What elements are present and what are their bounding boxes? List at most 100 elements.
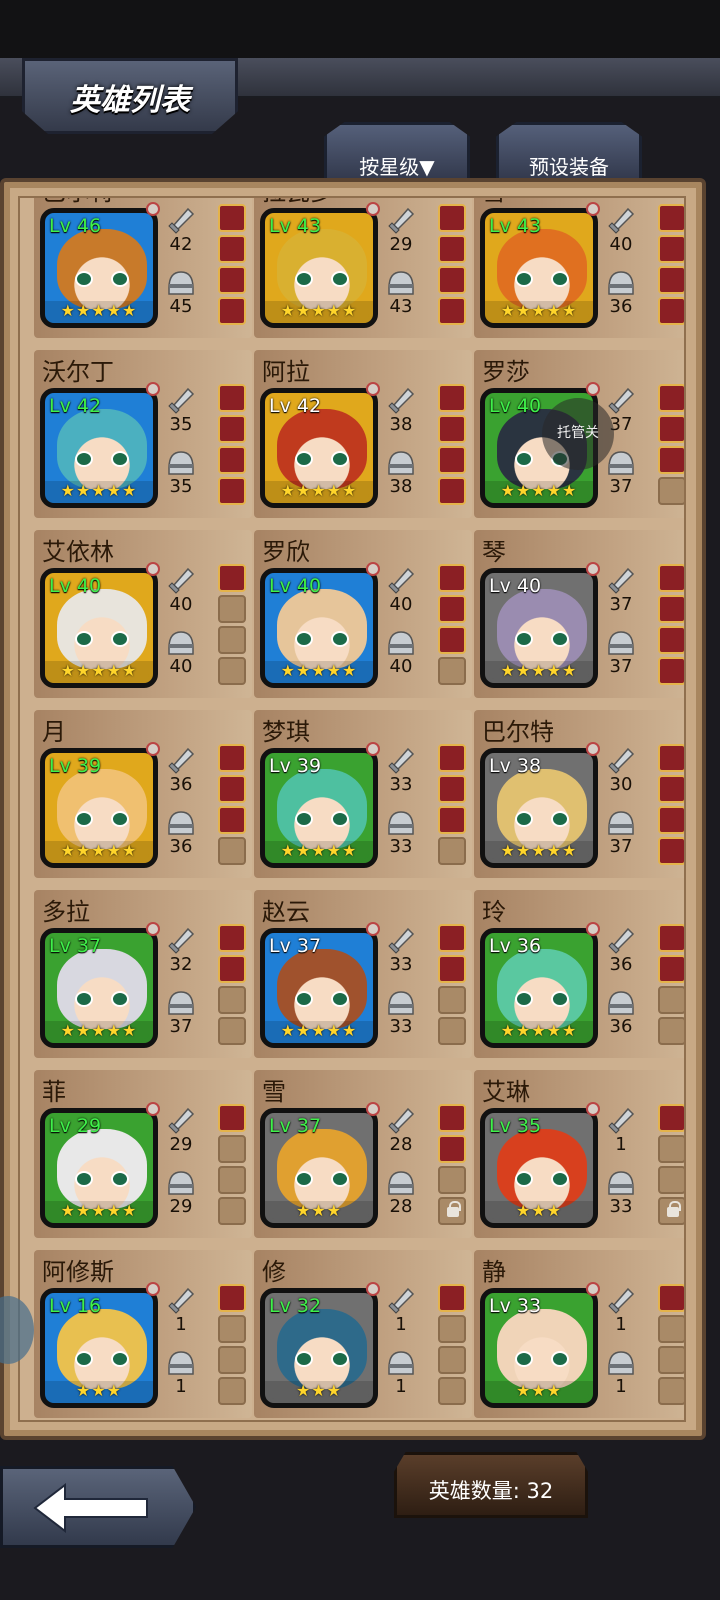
equipment-slot[interactable] [218,1284,246,1312]
hero-card[interactable]: 雪 Lv 37 ★★★ 28 28 [254,1070,472,1240]
equipment-slot[interactable] [218,1346,246,1374]
equipment-slot[interactable] [658,415,684,443]
hero-portrait[interactable]: Lv 40 ★★★★★ [480,568,598,688]
hero-portrait[interactable]: Lv 40 ★★★★★ [40,568,158,688]
hero-portrait[interactable]: Lv 46 ★★★★★ [40,208,158,328]
hero-card[interactable]: 赵云 Lv 37 ★★★★★ 33 33 [254,890,472,1060]
equipment-slot[interactable] [438,415,466,443]
equipment-slot[interactable] [218,477,246,505]
auto-mode-toggle[interactable]: 托管关 [542,398,614,470]
hero-portrait[interactable]: Lv 37 ★★★★★ [260,928,378,1048]
equipment-slot[interactable] [218,657,246,685]
hero-card[interactable]: 静 Lv 33 ★★★ 1 1 [474,1250,684,1420]
equipment-slot[interactable] [658,657,684,685]
equipment-slot[interactable] [218,595,246,623]
equipment-slot[interactable] [658,477,684,505]
equipment-slot[interactable] [658,955,684,983]
equipment-slot[interactable] [218,235,246,263]
equipment-slot[interactable] [658,204,684,232]
equipment-slot[interactable] [438,235,466,263]
equipment-slot[interactable] [658,1104,684,1132]
equipment-slot[interactable] [658,744,684,772]
equipment-slot[interactable] [658,1315,684,1343]
hero-card[interactable]: 梦琪 Lv 39 ★★★★★ 33 33 [254,710,472,880]
equipment-slot[interactable] [218,1315,246,1343]
hero-card[interactable]: 巴尔特 Lv 46 ★★★★★ 42 45 [34,198,252,340]
equipment-slot[interactable] [438,266,466,294]
equipment-slot[interactable] [438,1315,466,1343]
equipment-slot[interactable] [658,595,684,623]
equipment-slot[interactable] [438,1377,466,1405]
equipment-slot[interactable] [438,1346,466,1374]
equipment-slot[interactable] [438,626,466,654]
equipment-slot[interactable] [658,626,684,654]
hero-card[interactable]: 艾依林 Lv 40 ★★★★★ 40 40 [34,530,252,700]
equipment-slot[interactable] [438,1135,466,1163]
equipment-slot[interactable] [658,837,684,865]
equipment-slot[interactable] [438,595,466,623]
equipment-slot[interactable] [218,204,246,232]
equipment-slot[interactable] [218,806,246,834]
equipment-slot[interactable] [438,955,466,983]
equipment-slot[interactable] [658,806,684,834]
hero-card[interactable]: 修 Lv 32 ★★★ 1 1 [254,1250,472,1420]
hero-portrait[interactable]: Lv 37 ★★★ [260,1108,378,1228]
hero-list-scroll-area[interactable]: 巴尔特 Lv 46 ★★★★★ 42 45 拉瓦多 Lv 43 ★★★★★ [18,196,686,1422]
hero-card[interactable]: 艾琳 Lv 35 ★★★ 1 33 [474,1070,684,1240]
hero-portrait[interactable]: Lv 37 ★★★★★ [40,928,158,1048]
hero-card[interactable]: 沃尔丁 Lv 42 ★★★★★ 35 35 [34,350,252,520]
equipment-slot-locked[interactable] [658,1197,684,1225]
hero-portrait[interactable]: Lv 42 ★★★★★ [40,388,158,508]
equipment-slot[interactable] [438,446,466,474]
hero-portrait[interactable]: Lv 36 ★★★★★ [480,928,598,1048]
hero-card[interactable]: 阿修斯 Lv 16 ★★★ 1 1 [34,1250,252,1420]
equipment-slot[interactable] [438,564,466,592]
equipment-slot[interactable] [218,775,246,803]
equipment-slot[interactable] [658,775,684,803]
equipment-slot[interactable] [658,235,684,263]
equipment-slot[interactable] [658,1284,684,1312]
hero-portrait[interactable]: Lv 16 ★★★ [40,1288,158,1408]
equipment-slot[interactable] [218,837,246,865]
back-button[interactable] [0,1466,196,1548]
hero-card[interactable]: 雪 Lv 43 ★★★★★ 40 36 [474,198,684,340]
equipment-slot[interactable] [658,1135,684,1163]
hero-card[interactable]: 巴尔特 Lv 38 ★★★★★ 30 37 [474,710,684,880]
equipment-slot[interactable] [218,1104,246,1132]
equipment-slot[interactable] [658,384,684,412]
equipment-slot[interactable] [438,1017,466,1045]
equipment-slot[interactable] [658,924,684,952]
hero-card[interactable]: 玲 Lv 36 ★★★★★ 36 36 [474,890,684,1060]
equipment-slot[interactable] [438,775,466,803]
equipment-slot[interactable] [438,384,466,412]
hero-portrait[interactable]: Lv 33 ★★★ [480,1288,598,1408]
equipment-slot[interactable] [658,1017,684,1045]
equipment-slot[interactable] [658,1166,684,1194]
hero-card[interactable]: 拉瓦多 Lv 43 ★★★★★ 29 43 [254,198,472,340]
hero-portrait[interactable]: Lv 43 ★★★★★ [260,208,378,328]
hero-card[interactable]: 月 Lv 39 ★★★★★ 36 36 [34,710,252,880]
equipment-slot[interactable] [438,1104,466,1132]
equipment-slot[interactable] [438,806,466,834]
hero-portrait[interactable]: Lv 42 ★★★★★ [260,388,378,508]
equipment-slot[interactable] [438,744,466,772]
hero-portrait[interactable]: Lv 32 ★★★ [260,1288,378,1408]
hero-card[interactable]: 琴 Lv 40 ★★★★★ 37 37 [474,530,684,700]
hero-portrait[interactable]: Lv 38 ★★★★★ [480,748,598,868]
equipment-slot[interactable] [218,924,246,952]
hero-portrait[interactable]: Lv 43 ★★★★★ [480,208,598,328]
equipment-slot[interactable] [658,266,684,294]
hero-card[interactable]: 罗欣 Lv 40 ★★★★★ 40 40 [254,530,472,700]
equipment-slot[interactable] [218,415,246,443]
equipment-slot[interactable] [218,744,246,772]
equipment-slot-locked[interactable] [438,1197,466,1225]
equipment-slot[interactable] [218,384,246,412]
equipment-slot[interactable] [438,204,466,232]
equipment-slot[interactable] [438,477,466,505]
equipment-slot[interactable] [218,266,246,294]
equipment-slot[interactable] [658,564,684,592]
hero-portrait[interactable]: Lv 40 ★★★★★ [260,568,378,688]
equipment-slot[interactable] [218,626,246,654]
equipment-slot[interactable] [218,1197,246,1225]
equipment-slot[interactable] [218,446,246,474]
